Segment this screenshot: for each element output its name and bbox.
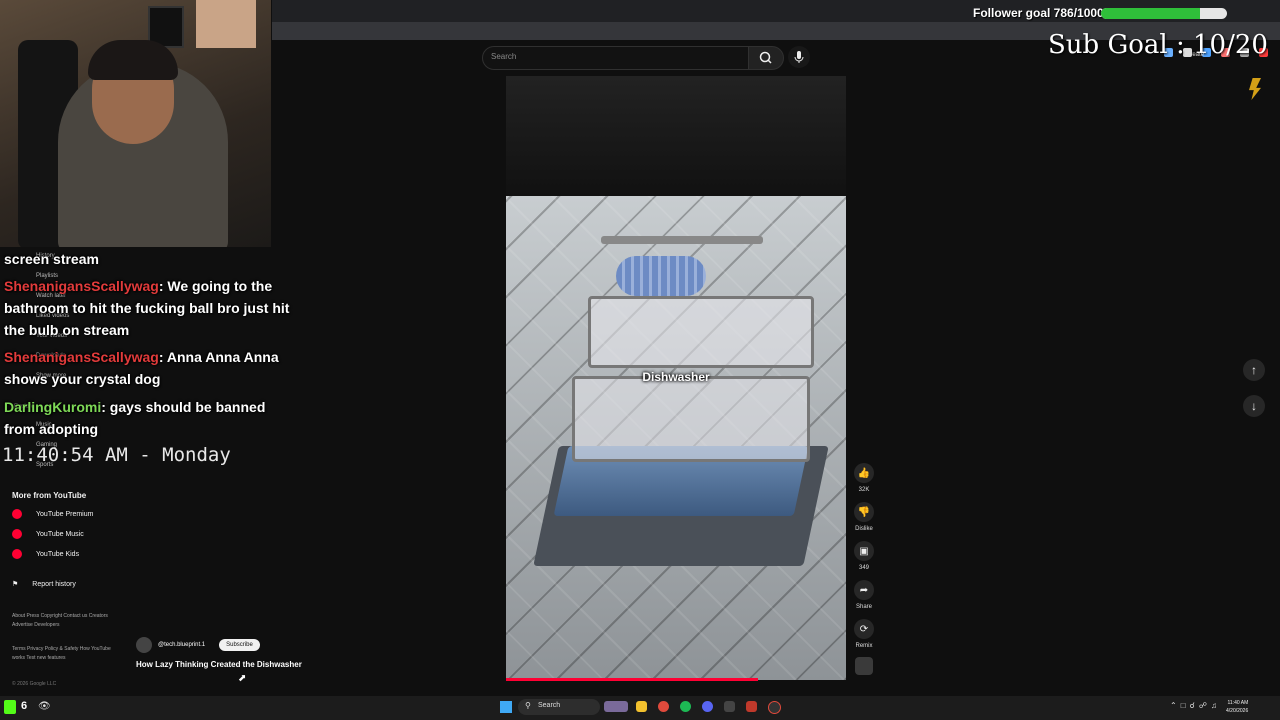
youtube-kids-icon: [12, 549, 22, 559]
video-caption: Dishwasher: [642, 370, 710, 384]
youtube-music-icon: [12, 529, 22, 539]
chat-message: DarlingKuromi: gays should be banned fro…: [4, 396, 296, 440]
recording-app-icon[interactable]: [746, 701, 757, 712]
webcam-overlay: [0, 0, 271, 247]
sidebar-item-youtube-kids[interactable]: YouTube Kids: [12, 549, 79, 559]
follower-goal-bar: [1101, 8, 1227, 19]
footer-links-primary[interactable]: About Press Copyright Contact us Creator…: [12, 612, 112, 630]
audio-app-icon[interactable]: [724, 701, 735, 712]
like-count: 32K: [858, 487, 870, 493]
arrow-up-icon: ↑: [1251, 363, 1257, 377]
arrow-down-icon: ↓: [1251, 399, 1257, 413]
follower-goal-label: Follower goal 786/1000: [973, 6, 1104, 20]
chat-username: ShenanigansScallywag: [4, 349, 159, 365]
remix-icon: ⟳: [854, 619, 874, 639]
chat-text: screen stream: [4, 251, 99, 267]
taskbar-time: 11:40 AM: [1227, 700, 1249, 706]
dislike-label: Dislike: [855, 526, 873, 532]
channel-info: @tech.blueprint.1 Subscribe: [136, 637, 260, 653]
thumbs-down-icon: 👎: [854, 502, 874, 522]
taskbar-date: 4/20/2026: [1226, 708, 1249, 714]
share-icon: ➦: [854, 580, 874, 600]
create-button[interactable]: Create: [1186, 52, 1204, 58]
mouse-cursor-icon: ⬈: [238, 673, 247, 684]
windows-start-icon[interactable]: [500, 701, 512, 713]
voice-search-button[interactable]: [788, 46, 810, 68]
channel-name[interactable]: @tech.blueprint.1: [158, 642, 205, 648]
taskbar-search[interactable]: ⚲ Search: [518, 699, 600, 715]
youtube-premium-icon: [12, 509, 22, 519]
video-title: How Lazy Thinking Created the Dishwasher: [136, 660, 302, 669]
webcam-wall-photo: [196, 0, 256, 48]
thumbs-up-icon: 👍: [854, 463, 874, 483]
chat-message: screen stream: [4, 248, 296, 270]
chat-username: DarlingKuromi: [4, 399, 102, 415]
sidebar-item-youtube-premium[interactable]: YouTube Premium: [12, 509, 93, 519]
obs-icon[interactable]: [768, 701, 781, 714]
search-input[interactable]: Search: [482, 46, 750, 70]
next-video-button[interactable]: ↓: [1243, 395, 1265, 417]
dishwasher-plates: [616, 256, 706, 296]
dishwasher-bottom-rack: [572, 376, 810, 462]
chat-message: ShenanigansScallywag: Anna Anna Anna sho…: [4, 346, 296, 390]
share-label: Share: [855, 604, 872, 610]
follower-goal-fill: [1101, 8, 1201, 19]
previous-video-button[interactable]: ↑: [1243, 359, 1265, 381]
search-button[interactable]: [748, 46, 784, 70]
youtube-premium-label: YouTube Premium: [36, 510, 94, 518]
shorts-video-player[interactable]: Dishwasher: [506, 76, 846, 680]
taskbar-search-label: Search: [538, 702, 561, 709]
copyright: © 2026 Google LLC: [12, 681, 57, 687]
webcam-streamer-hair: [88, 40, 178, 80]
sidebar-item-report-history[interactable]: ⚑ Report history: [12, 580, 76, 589]
search-icon: ⚲: [525, 701, 531, 710]
youtube-kids-label: YouTube Kids: [36, 550, 80, 558]
share-action[interactable]: ➦ Share: [854, 580, 874, 610]
dislike-action[interactable]: 👎 Dislike: [854, 502, 874, 532]
channel-avatar[interactable]: [136, 637, 152, 653]
chat-message: ShenanigansScallywag: We going to the ba…: [4, 275, 296, 341]
lightning-bolt-icon: [1249, 78, 1261, 100]
youtube-music-label: YouTube Music: [36, 530, 84, 538]
kick-icon[interactable]: [4, 700, 16, 714]
like-action[interactable]: 👍 32K: [854, 463, 874, 493]
comments-count: 349: [858, 565, 869, 571]
dishwasher-top-rack: [588, 296, 814, 368]
dishwasher-spray-arm: [601, 236, 763, 244]
remix-label: Remix: [855, 643, 873, 649]
chrome-icon[interactable]: [658, 701, 669, 712]
sound-thumbnail[interactable]: [855, 657, 873, 675]
comment-icon: ▣: [854, 541, 874, 561]
discord-icon[interactable]: [702, 701, 713, 712]
sub-goal-label: Sub Goal : 10/20: [1048, 30, 1268, 60]
widget-icon[interactable]: [604, 701, 628, 712]
file-explorer-icon[interactable]: [636, 701, 647, 712]
sidebar-item-youtube-music[interactable]: YouTube Music: [12, 529, 84, 539]
flag-icon: ⚑: [12, 581, 19, 588]
footer-links-secondary[interactable]: Terms Privacy Policy & Safety How YouTub…: [12, 645, 112, 663]
remix-action[interactable]: ⟳ Remix: [854, 619, 874, 649]
taskbar-clock[interactable]: 11:40 AM 4/20/2026: [1226, 699, 1248, 715]
stream-clock: 11:40:54 AM - Monday: [2, 444, 231, 466]
eye-icon: 👁: [38, 701, 51, 712]
report-history-label: Report history: [32, 580, 76, 588]
system-tray[interactable]: ⌃□☌☍♫: [1170, 701, 1221, 710]
video-progress-bar[interactable]: [506, 678, 758, 681]
more-from-youtube-heading: More from YouTube: [12, 491, 87, 500]
spotify-icon[interactable]: [680, 701, 691, 712]
search-icon: [759, 51, 772, 64]
video-background-top: [506, 76, 846, 196]
search-placeholder: Search: [491, 52, 517, 61]
kick-viewer-count: 6: [21, 700, 28, 712]
chat-username: ShenanigansScallywag: [4, 278, 159, 294]
subscribe-button[interactable]: Subscribe: [219, 639, 260, 651]
comments-action[interactable]: ▣ 349: [854, 541, 874, 571]
microphone-icon: [794, 51, 804, 63]
